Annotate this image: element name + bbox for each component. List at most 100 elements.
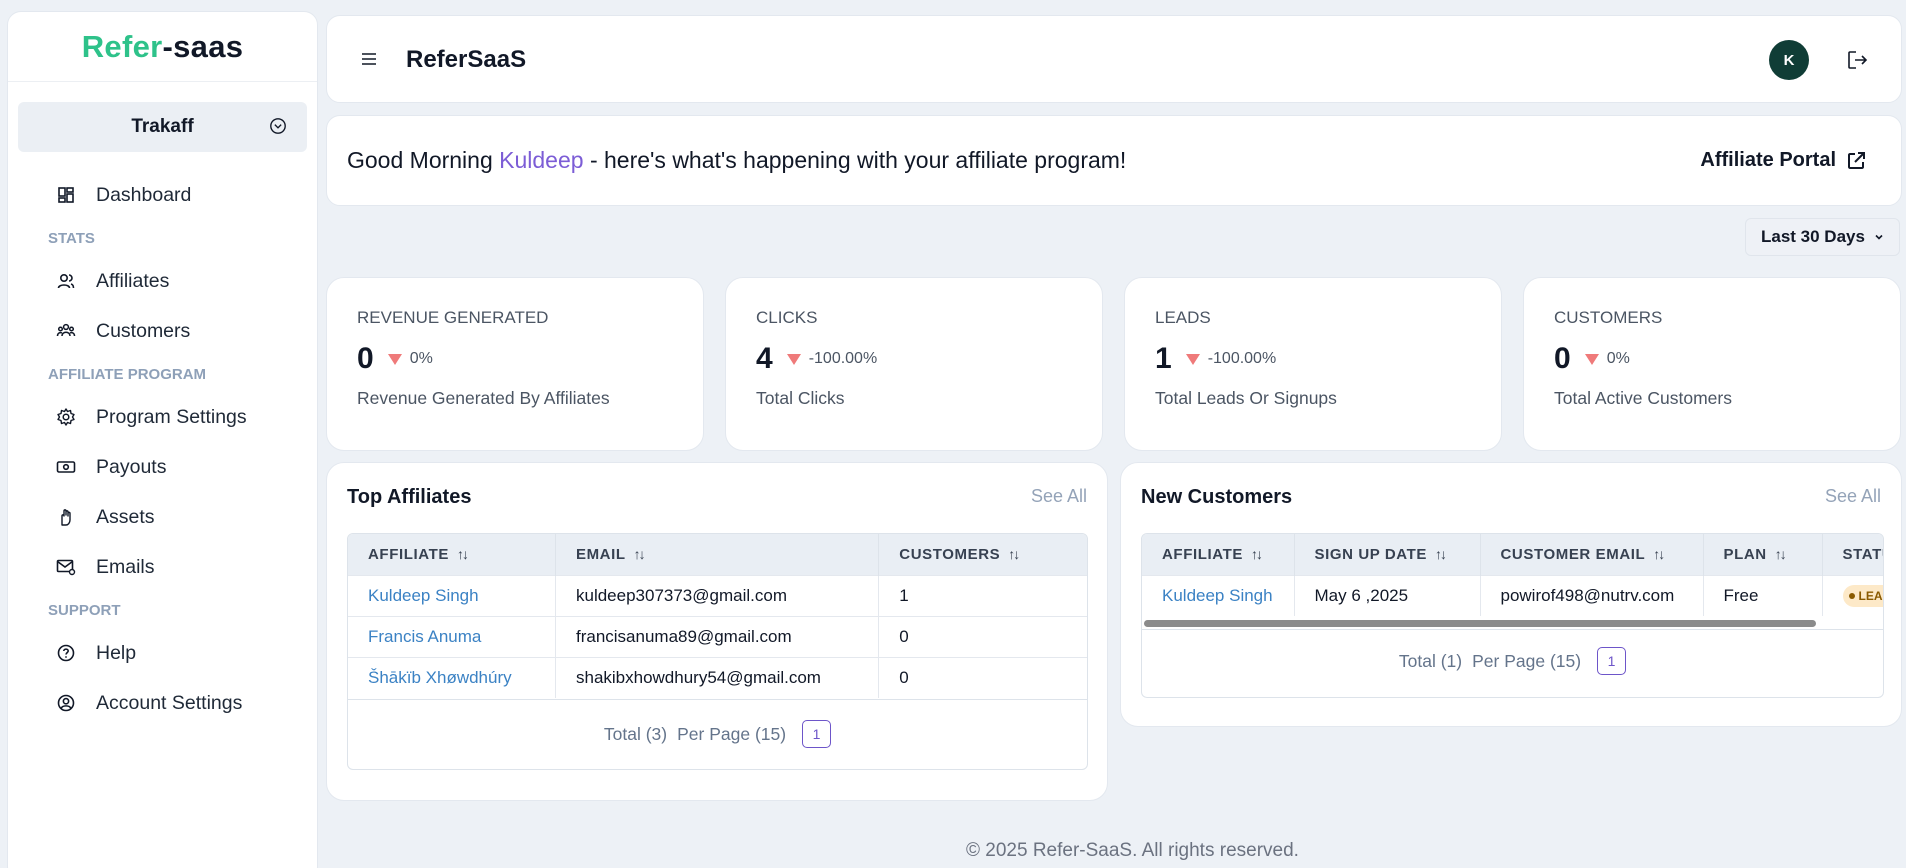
horizontal-scrollbar[interactable]	[1144, 620, 1816, 627]
affiliate-email: shakibxhowdhury54@gmail.com	[555, 656, 880, 698]
workspace-name: Trakaff	[131, 116, 194, 137]
affiliate-link[interactable]: Kuldeep Singh	[1142, 574, 1295, 616]
top-affiliates-table: AFFILIATE ↑↓ EMAIL ↑↓ CUSTOMERS ↑↓ Kuldeep …	[348, 534, 1087, 698]
sort-icon[interactable]: ↑↓	[1775, 546, 1787, 562]
column-header-affiliate[interactable]: AFFILIATE ↑↓	[1142, 534, 1295, 575]
column-header-customer-email[interactable]: CUSTOMER EMAIL ↑↓	[1480, 534, 1704, 575]
sort-icon[interactable]: ↑↓	[1653, 546, 1665, 562]
stat-value: 0	[1554, 342, 1571, 375]
sort-icon[interactable]: ↑↓	[1435, 546, 1447, 562]
affiliate-portal-link[interactable]: Affiliate Portal	[1700, 149, 1866, 172]
greeting-text: Good Morning	[347, 147, 500, 173]
logo-part-saas: -saas	[162, 28, 244, 64]
page-button[interactable]: 1	[802, 720, 832, 748]
welcome-banner: Good Morning Kuldeep - here's what's hap…	[326, 115, 1902, 206]
affiliate-link[interactable]: Kuldeep Singh	[348, 574, 556, 616]
column-header-sign-up-date[interactable]: SIGN UP DATE ↑↓	[1294, 534, 1481, 575]
per-page[interactable]: Per Page (15)	[1472, 651, 1581, 672]
see-all-link[interactable]: See All	[1031, 486, 1087, 507]
trend-down-icon	[1185, 353, 1200, 365]
column-header-email[interactable]: EMAIL ↑↓	[555, 534, 880, 575]
sidebar-item-label: Dashboard	[96, 183, 192, 206]
user-circle-icon	[57, 694, 75, 712]
sidebar-item-label: Affiliates	[96, 269, 170, 292]
status-badge: LEAD	[1842, 585, 1883, 608]
logo-part-refer: Refer	[81, 28, 163, 64]
logout-icon[interactable]	[1847, 50, 1869, 70]
avatar[interactable]: K	[1769, 40, 1809, 80]
sidebar-item-program-settings[interactable]: Program Settings	[8, 392, 317, 442]
sidebar-item-affiliates[interactable]: Affiliates	[8, 256, 317, 306]
customer-email: powirof498@nutrv.com	[1480, 574, 1704, 616]
page-button[interactable]: 1	[1597, 647, 1627, 675]
greeting-rest: - here's what's happening with your affi…	[583, 147, 1127, 173]
sort-icon[interactable]: ↑↓	[457, 546, 469, 562]
app-title: ReferSaaS	[406, 46, 527, 73]
stat-title: REVENUE GENERATED	[357, 308, 549, 327]
affiliate-link[interactable]: Šhākïb Xhøwdhúry	[348, 656, 556, 698]
sidebar-item-label: Customers	[96, 319, 191, 342]
table-row: Francis Anuma francisanuma89@gmail.com 0	[348, 615, 1087, 657]
gear-icon	[57, 408, 75, 426]
sidebar-item-label: Help	[96, 641, 137, 664]
date-range-select[interactable]: Last 30 Days	[1745, 218, 1900, 256]
stat-card-clicks: CLICKS 4 -100.00% Total Clicks	[725, 277, 1103, 451]
banknote-icon	[56, 461, 76, 473]
stat-title: LEADS	[1155, 308, 1211, 327]
see-all-link[interactable]: See All	[1825, 486, 1881, 507]
sidebar-item-dashboard[interactable]: Dashboard	[8, 170, 317, 220]
mail-icon	[56, 559, 76, 576]
sidebar-item-label: Program Settings	[96, 405, 247, 428]
stat-description: Total Active Customers	[1554, 388, 1732, 408]
per-page[interactable]: Per Page (15)	[677, 724, 786, 745]
sidebar-item-label: Assets	[96, 505, 155, 528]
workspace-selector[interactable]: Trakaff	[18, 102, 307, 152]
logo[interactable]: Refer -saas	[8, 12, 317, 82]
table-header-row: AFFILIATE ↑↓ EMAIL ↑↓ CUSTOMERS ↑↓	[348, 534, 1087, 575]
table-row: Kuldeep Singh May 6 ,2025 powirof498@nut…	[1142, 574, 1883, 616]
table-row: Kuldeep Singh kuldeep307373@gmail.com 1	[348, 574, 1087, 616]
stat-card-customers: CUSTOMERS 0 0% Total Active Customers	[1523, 277, 1901, 451]
sidebar-item-account-settings[interactable]: Account Settings	[8, 678, 317, 728]
sidebar-item-payouts[interactable]: Payouts	[8, 442, 317, 492]
new-customers-panel: New Customers See All AFFILIATE ↑↓ SIGN U…	[1120, 462, 1902, 727]
section-affiliate-program: AFFILIATE PROGRAM	[48, 365, 207, 383]
panel-title: New Customers	[1141, 486, 1293, 508]
column-header-affiliate[interactable]: AFFILIATE ↑↓	[348, 534, 556, 575]
stat-value: 1	[1155, 342, 1172, 375]
stat-card-revenue: REVENUE GENERATED 0 0% Revenue Generated …	[326, 277, 704, 451]
table-header-row: AFFILIATE ↑↓ SIGN UP DATE ↑↓ CUSTOMER EMAI…	[1142, 534, 1883, 575]
panel-title: Top Affiliates	[347, 486, 472, 508]
trend-down-icon	[786, 353, 801, 365]
sidebar: Refer -saas Trakaff Dashboard STATS Affil…	[7, 11, 318, 868]
status-cell: LEAD	[1822, 574, 1883, 616]
external-link-icon	[1848, 151, 1865, 169]
sidebar-item-assets[interactable]: Assets	[8, 492, 317, 542]
column-header-customers[interactable]: CUSTOMERS ↑↓	[878, 534, 1087, 575]
plan: Free	[1703, 574, 1823, 616]
stat-value: 0	[357, 342, 374, 375]
sidebar-item-help[interactable]: Help	[8, 628, 317, 678]
affiliate-link[interactable]: Francis Anuma	[348, 615, 556, 657]
user-name: Kuldeep	[499, 147, 584, 173]
menu-icon[interactable]	[361, 51, 377, 67]
section-support: SUPPORT	[48, 601, 121, 619]
stat-value: 4	[756, 342, 773, 375]
sidebar-item-emails[interactable]: Emails	[8, 542, 317, 592]
top-affiliates-panel: Top Affiliates See All AFFILIATE ↑↓ EMAIL…	[326, 462, 1108, 801]
customers-icon	[56, 323, 76, 337]
top-header: ReferSaaS K	[326, 15, 1902, 103]
sort-icon[interactable]: ↑↓	[634, 546, 646, 562]
sidebar-item-customers[interactable]: Customers	[8, 306, 317, 356]
affiliate-portal-label: Affiliate Portal	[1700, 149, 1836, 171]
dashboard-icon	[58, 187, 74, 203]
chevron-down-icon	[1875, 234, 1883, 240]
sidebar-item-label: Payouts	[96, 455, 167, 478]
sort-icon[interactable]: ↑↓	[1251, 546, 1263, 562]
new-customers-table-container: AFFILIATE ↑↓ SIGN UP DATE ↑↓ CUSTOMER EMAI…	[1141, 533, 1884, 698]
welcome-message: Good Morning Kuldeep - here's what's hap…	[347, 147, 1126, 174]
column-header-plan[interactable]: PLAN ↑↓	[1703, 534, 1823, 575]
sort-icon[interactable]: ↑↓	[1008, 546, 1020, 562]
column-header-status[interactable]: STATUS	[1822, 534, 1883, 575]
affiliate-customers: 0	[878, 615, 1087, 657]
